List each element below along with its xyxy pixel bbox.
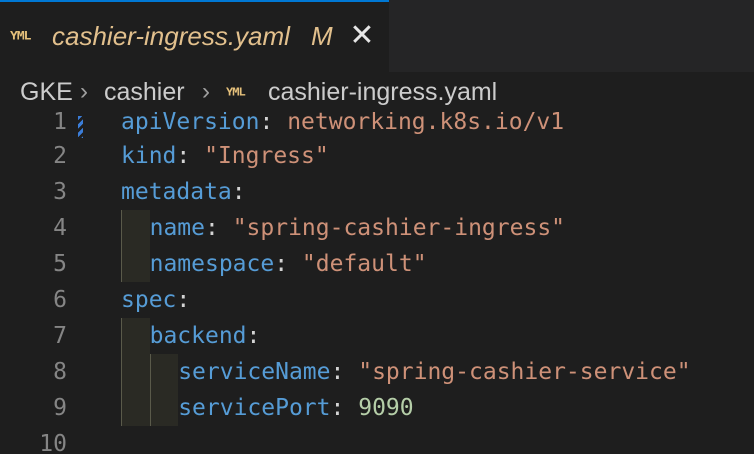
code-text: servicePort: 9090 <box>178 390 413 426</box>
line-number: 8 <box>53 359 67 385</box>
breadcrumb: GKE › cashier › YML cashier-ingress.yaml <box>0 72 754 112</box>
code-line[interactable]: 4 name: "spring-cashier-ingress" <box>0 210 754 246</box>
indent-guide <box>150 390 178 426</box>
code-text: namespace: "default" <box>150 246 427 282</box>
code-line[interactable]: 6 spec: <box>0 282 754 318</box>
yaml-value: "spring-cashier-ingress" <box>232 215 566 241</box>
breadcrumb-item-cashier[interactable]: cashier <box>104 78 185 107</box>
yaml-colon: : <box>330 395 359 421</box>
yaml-value: networking.k8s.io/v1 <box>287 112 565 135</box>
code-text: serviceName: "spring-cashier-service" <box>178 354 690 390</box>
code-line[interactable]: 5 namespace: "default" <box>0 246 754 282</box>
code-text: metadata: <box>121 174 246 210</box>
line-number: 3 <box>53 179 67 205</box>
yaml-key: servicePort <box>178 395 331 421</box>
yaml-value: "Ingress" <box>204 143 329 169</box>
line-number: 1 <box>53 112 67 135</box>
yaml-key: metadata <box>121 179 232 205</box>
code-text: backend: <box>150 318 261 354</box>
yaml-colon: : <box>231 179 246 205</box>
chevron-right-icon: › <box>80 78 88 105</box>
yaml-value: "default" <box>301 251 427 277</box>
code-editor[interactable]: 1 apiVersion: networking.k8s.io/v1 2 kind: … <box>0 112 754 454</box>
indent-guide <box>121 354 150 390</box>
code-text: kind: "Ingress" <box>121 138 329 174</box>
code-line[interactable]: 10 <box>0 426 754 454</box>
yaml-key: spec <box>121 287 177 313</box>
yaml-key: kind <box>121 143 177 169</box>
indent-guide <box>121 390 150 426</box>
breadcrumb-item-file[interactable]: cashier-ingress.yaml <box>268 78 497 107</box>
yaml-colon: : <box>259 112 288 135</box>
line-number: 6 <box>53 287 67 313</box>
line-number: 4 <box>53 215 67 241</box>
yaml-colon: : <box>204 215 233 241</box>
line-number: 7 <box>53 323 67 349</box>
code-line[interactable]: 2 kind: "Ingress" <box>0 138 754 174</box>
code-text: apiVersion: networking.k8s.io/v1 <box>121 112 564 140</box>
yaml-file-icon: YML <box>10 29 32 44</box>
indent-guide <box>121 246 150 282</box>
editor-tab[interactable]: YML cashier-ingress.yaml M ✕ <box>0 0 389 72</box>
yaml-colon: : <box>274 251 302 277</box>
yaml-key: namespace <box>149 251 275 277</box>
code-line[interactable]: 9 servicePort: 9090 <box>0 390 754 426</box>
indent-guide <box>121 210 150 246</box>
line-number: 10 <box>39 431 67 454</box>
code-line[interactable]: 1 apiVersion: networking.k8s.io/v1 <box>0 112 754 140</box>
tab-filename: cashier-ingress.yaml <box>52 21 290 51</box>
line-number: 2 <box>53 143 67 169</box>
yaml-key: serviceName <box>178 359 331 385</box>
chevron-right-icon: › <box>202 78 210 105</box>
code-text: name: "spring-cashier-ingress" <box>150 210 565 246</box>
yaml-colon: : <box>246 323 261 349</box>
yaml-colon: : <box>176 287 191 313</box>
yaml-key: apiVersion <box>121 112 260 135</box>
breadcrumb-item-gke[interactable]: GKE <box>20 78 73 107</box>
code-line[interactable]: 3 metadata: <box>0 174 754 210</box>
tab-bar: YML cashier-ingress.yaml M ✕ <box>0 0 754 72</box>
indent-guide <box>121 318 150 354</box>
close-icon[interactable]: ✕ <box>347 20 377 52</box>
yaml-key: backend <box>149 323 247 349</box>
yaml-key: name <box>149 215 205 241</box>
yaml-colon: : <box>330 359 359 385</box>
indent-guide <box>150 354 178 390</box>
line-number: 9 <box>53 395 67 421</box>
modified-indicator: M <box>311 21 333 51</box>
yaml-value: "spring-cashier-service" <box>358 359 691 385</box>
code-text: spec: <box>121 282 190 318</box>
yaml-file-icon: YML <box>226 85 246 99</box>
yaml-colon: : <box>176 143 205 169</box>
yaml-value: 9090 <box>358 395 414 421</box>
code-line[interactable]: 7 backend: <box>0 318 754 354</box>
line-number: 5 <box>53 251 67 277</box>
code-line[interactable]: 8 serviceName: "spring-cashier-service" <box>0 354 754 390</box>
